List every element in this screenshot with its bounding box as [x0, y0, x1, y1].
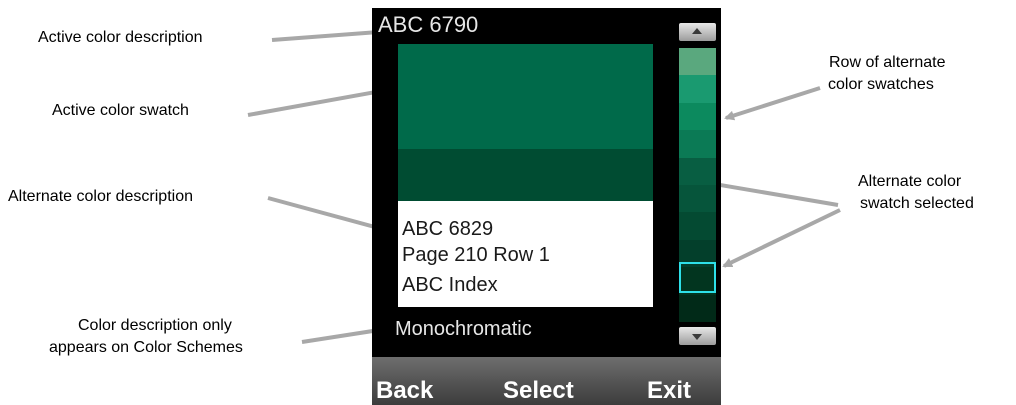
alternate-swatch[interactable] — [679, 212, 716, 240]
alternate-swatch[interactable] — [679, 184, 716, 213]
active-color-name: ABC 6790 — [378, 12, 479, 37]
alternate-swatch[interactable] — [679, 102, 716, 131]
alternate-swatch[interactable] — [679, 75, 716, 103]
alternate-color-swatch[interactable] — [398, 149, 653, 201]
arrow-selected-to-strip — [722, 208, 841, 268]
alternate-swatch[interactable] — [679, 157, 716, 185]
alternate-color-name: ABC 6829 — [402, 218, 494, 240]
scroll-up-button[interactable] — [679, 23, 716, 41]
alternate-color-index: ABC Index — [402, 274, 498, 296]
alternate-swatch[interactable] — [679, 48, 716, 76]
selected-swatch-outline — [679, 262, 716, 293]
softkey-bar: Back Select Exit — [372, 357, 721, 405]
select-softkey[interactable]: Select — [503, 377, 574, 405]
arrow-down-icon — [692, 334, 702, 340]
scroll-down-button[interactable] — [679, 327, 716, 345]
alternate-description-panel: ABC 6829 Page 210 Row 1 ABC Index — [398, 201, 653, 307]
device-screen: ABC 6790 ABC 6829 Page 210 Row 1 ABC Ind… — [372, 8, 721, 405]
back-softkey[interactable]: Back — [376, 377, 433, 405]
alternate-swatch[interactable] — [679, 130, 716, 158]
alternate-color-location: Page 210 Row 1 — [402, 244, 550, 266]
arrow-up-icon — [692, 28, 702, 34]
exit-softkey[interactable]: Exit — [647, 377, 691, 405]
alternate-swatch[interactable] — [679, 294, 716, 322]
color-scheme-description: Monochromatic — [395, 318, 532, 340]
active-color-swatch[interactable] — [398, 44, 653, 149]
arrow-row-swatches — [724, 86, 821, 121]
